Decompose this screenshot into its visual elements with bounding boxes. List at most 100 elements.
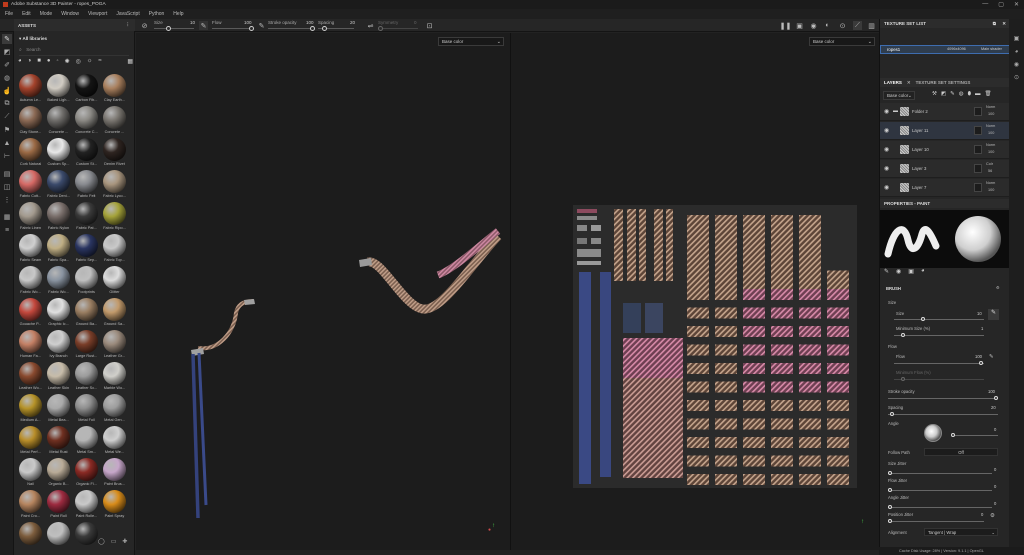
toolbar-spacing-value[interactable]: 20 [350,20,355,25]
smart-materials-filter-icon[interactable]: ◑ [28,58,32,67]
lazy-mouse-icon[interactable]: ⊡ [425,21,434,30]
asset-tile[interactable]: Gouache P... [18,298,43,330]
more-filter-icon[interactable]: ≈ [98,58,101,67]
angle-dial[interactable] [924,424,942,442]
stencil-tab-icon[interactable]: ▣ [908,268,914,275]
asset-tile[interactable]: Fabric Seam [18,234,43,266]
material-picker-icon[interactable]: ⚑ [2,125,12,135]
asset-tile[interactable]: Fabric Sep... [74,234,99,266]
toolbar-stroke-slider[interactable] [268,28,314,29]
grid-view-icon[interactable]: ▦ [127,58,133,67]
viewport-3d[interactable]: Base color ⌄ ↑ ● [136,33,510,550]
stroke-opacity-value[interactable]: 100 [988,389,995,394]
visibility-eye-icon[interactable]: ◉ [884,165,889,172]
shader-settings-icon[interactable]: ⋮ [2,195,12,205]
follow-path-toggle[interactable]: Off [924,448,998,456]
panel-menu-icon[interactable]: ⧉ [993,19,996,28]
size-jitter-slider[interactable] [888,473,992,474]
add-effect-icon[interactable]: ⚒ [932,91,937,98]
asset-tile[interactable]: Fabric Cott... [18,170,43,202]
visibility-eye-icon[interactable]: ◉ [884,108,889,115]
layer-blend-mode[interactable]: Norm [986,181,995,185]
close-icon[interactable]: ✕ [1002,19,1006,28]
asset-tile[interactable]: Fabric Linen [18,202,43,234]
layer-opacity[interactable]: 56 [988,169,992,173]
asset-tile[interactable]: Leather Wo... [18,362,43,394]
min-size-slider-knob[interactable] [901,333,905,337]
camera-icon[interactable]: ▣ [795,21,804,30]
asset-tile[interactable]: Custom St... [74,138,99,170]
angle-slider[interactable] [954,435,998,436]
add-icon[interactable]: ✚ [122,538,127,545]
asset-tile[interactable]: Fabric Felt [74,170,99,202]
add-folder-icon[interactable]: ▬ [975,91,981,98]
flow-jitter-value[interactable]: 0 [994,484,996,489]
asset-tile[interactable]: Fabric Nylon [46,202,71,234]
layer-row[interactable]: ◉ Layer 3 Colr 56 [880,160,1010,178]
library-filter[interactable]: ▾ All libraries [19,36,47,42]
menu-edit[interactable]: Edit [22,11,31,17]
spacing-slider[interactable] [888,414,998,415]
asset-tile[interactable]: Organic Fl... [74,458,99,490]
layer-opacity[interactable]: 100 [988,188,994,192]
toolbar-flow-value[interactable]: 100 [244,20,252,25]
asset-tile[interactable]: Marble Wo... [102,362,127,394]
asset-tile[interactable]: Leather Gr... [102,330,127,362]
search-field[interactable]: ⌕ Search [19,47,129,56]
refresh-icon[interactable]: ◯ [98,538,105,545]
brush-tab-icon[interactable]: ✎ [884,268,889,275]
delete-layer-icon[interactable]: 🗑 [985,91,992,98]
search-input[interactable]: Search [26,47,40,52]
asset-tile[interactable]: Organic B... [46,458,71,490]
alphas-filter-icon[interactable]: ◦ [57,58,59,67]
menu-javascript[interactable]: JavaScript [116,11,139,17]
brush-menu-icon[interactable]: ⚙ [996,285,1000,290]
angle-slider-knob[interactable] [951,433,955,437]
projection-tool-icon[interactable]: ✐ [2,60,12,70]
asset-tile[interactable]: Concrete ... [46,106,71,138]
spacing-value[interactable]: 20 [991,405,996,410]
asset-tile[interactable] [18,522,43,554]
position-jitter-value[interactable]: 0 [981,512,983,517]
asset-tile[interactable]: Fabric Wo... [18,266,43,298]
asset-tile[interactable]: Ivy Branch [46,330,71,362]
smudge-tool-icon[interactable]: ☝ [2,86,12,96]
position-jitter-knob[interactable] [888,519,892,523]
asset-tile[interactable]: Fabric Ripo... [102,202,127,234]
asset-tile[interactable] [74,522,99,554]
layer-row[interactable]: ◉ Layer 10 Norm 100 [880,141,1010,159]
layer-mask-slot[interactable] [974,107,982,116]
color-picker-icon[interactable]: ⟋ [2,112,12,122]
brushes-filter-icon[interactable]: ● [47,58,51,67]
asset-tile[interactable]: Leather Skin [46,362,71,394]
environment-filter-icon[interactable]: ☼ [87,58,93,67]
toolbar-flow-slider[interactable] [212,28,252,29]
spacing-knob[interactable] [890,412,894,416]
toolbar-stroke-value[interactable]: 100 [306,20,314,25]
procedurals-filter-icon[interactable]: ✺ [65,58,70,67]
size-jitter-knob[interactable] [888,471,892,475]
asset-tile[interactable]: Paint Rolle... [74,490,99,522]
materials-filter-icon[interactable]: ◕ [18,58,22,67]
layer-row[interactable]: ◉ Layer 7 Norm 100 [880,179,1010,197]
asset-tile[interactable]: Clay Stone... [18,106,43,138]
flow-jitter-knob[interactable] [888,488,892,492]
tab-texture-set-settings[interactable]: TEXTURE SET SETTINGS [916,78,971,87]
toolbar-size-value[interactable]: 10 [190,20,195,25]
add-paint-layer-icon[interactable]: ✎ [950,91,955,98]
bake-tool-icon[interactable]: ▲ [2,138,12,148]
layers-channel-select[interactable]: Base color ⌄ [883,91,915,100]
layer-opacity[interactable]: 100 [988,112,994,116]
flow-slider-knob[interactable] [979,361,983,365]
visibility-eye-icon[interactable]: ◉ [884,127,889,134]
asset-tile[interactable]: Concrete ... [102,106,127,138]
asset-tile[interactable]: Glitter [102,266,127,298]
asset-tile[interactable]: Paint Brus... [102,458,127,490]
stroke-opacity-slider[interactable] [888,398,998,399]
paint-tool-icon[interactable]: ✎ [2,34,12,44]
close-icon[interactable]: ✕ [907,78,911,87]
menu-mode[interactable]: Mode [40,11,53,17]
toolbar-symmetry-value[interactable]: 0 [414,20,417,25]
menu-file[interactable]: File [5,11,13,17]
asset-tile[interactable] [46,522,71,554]
